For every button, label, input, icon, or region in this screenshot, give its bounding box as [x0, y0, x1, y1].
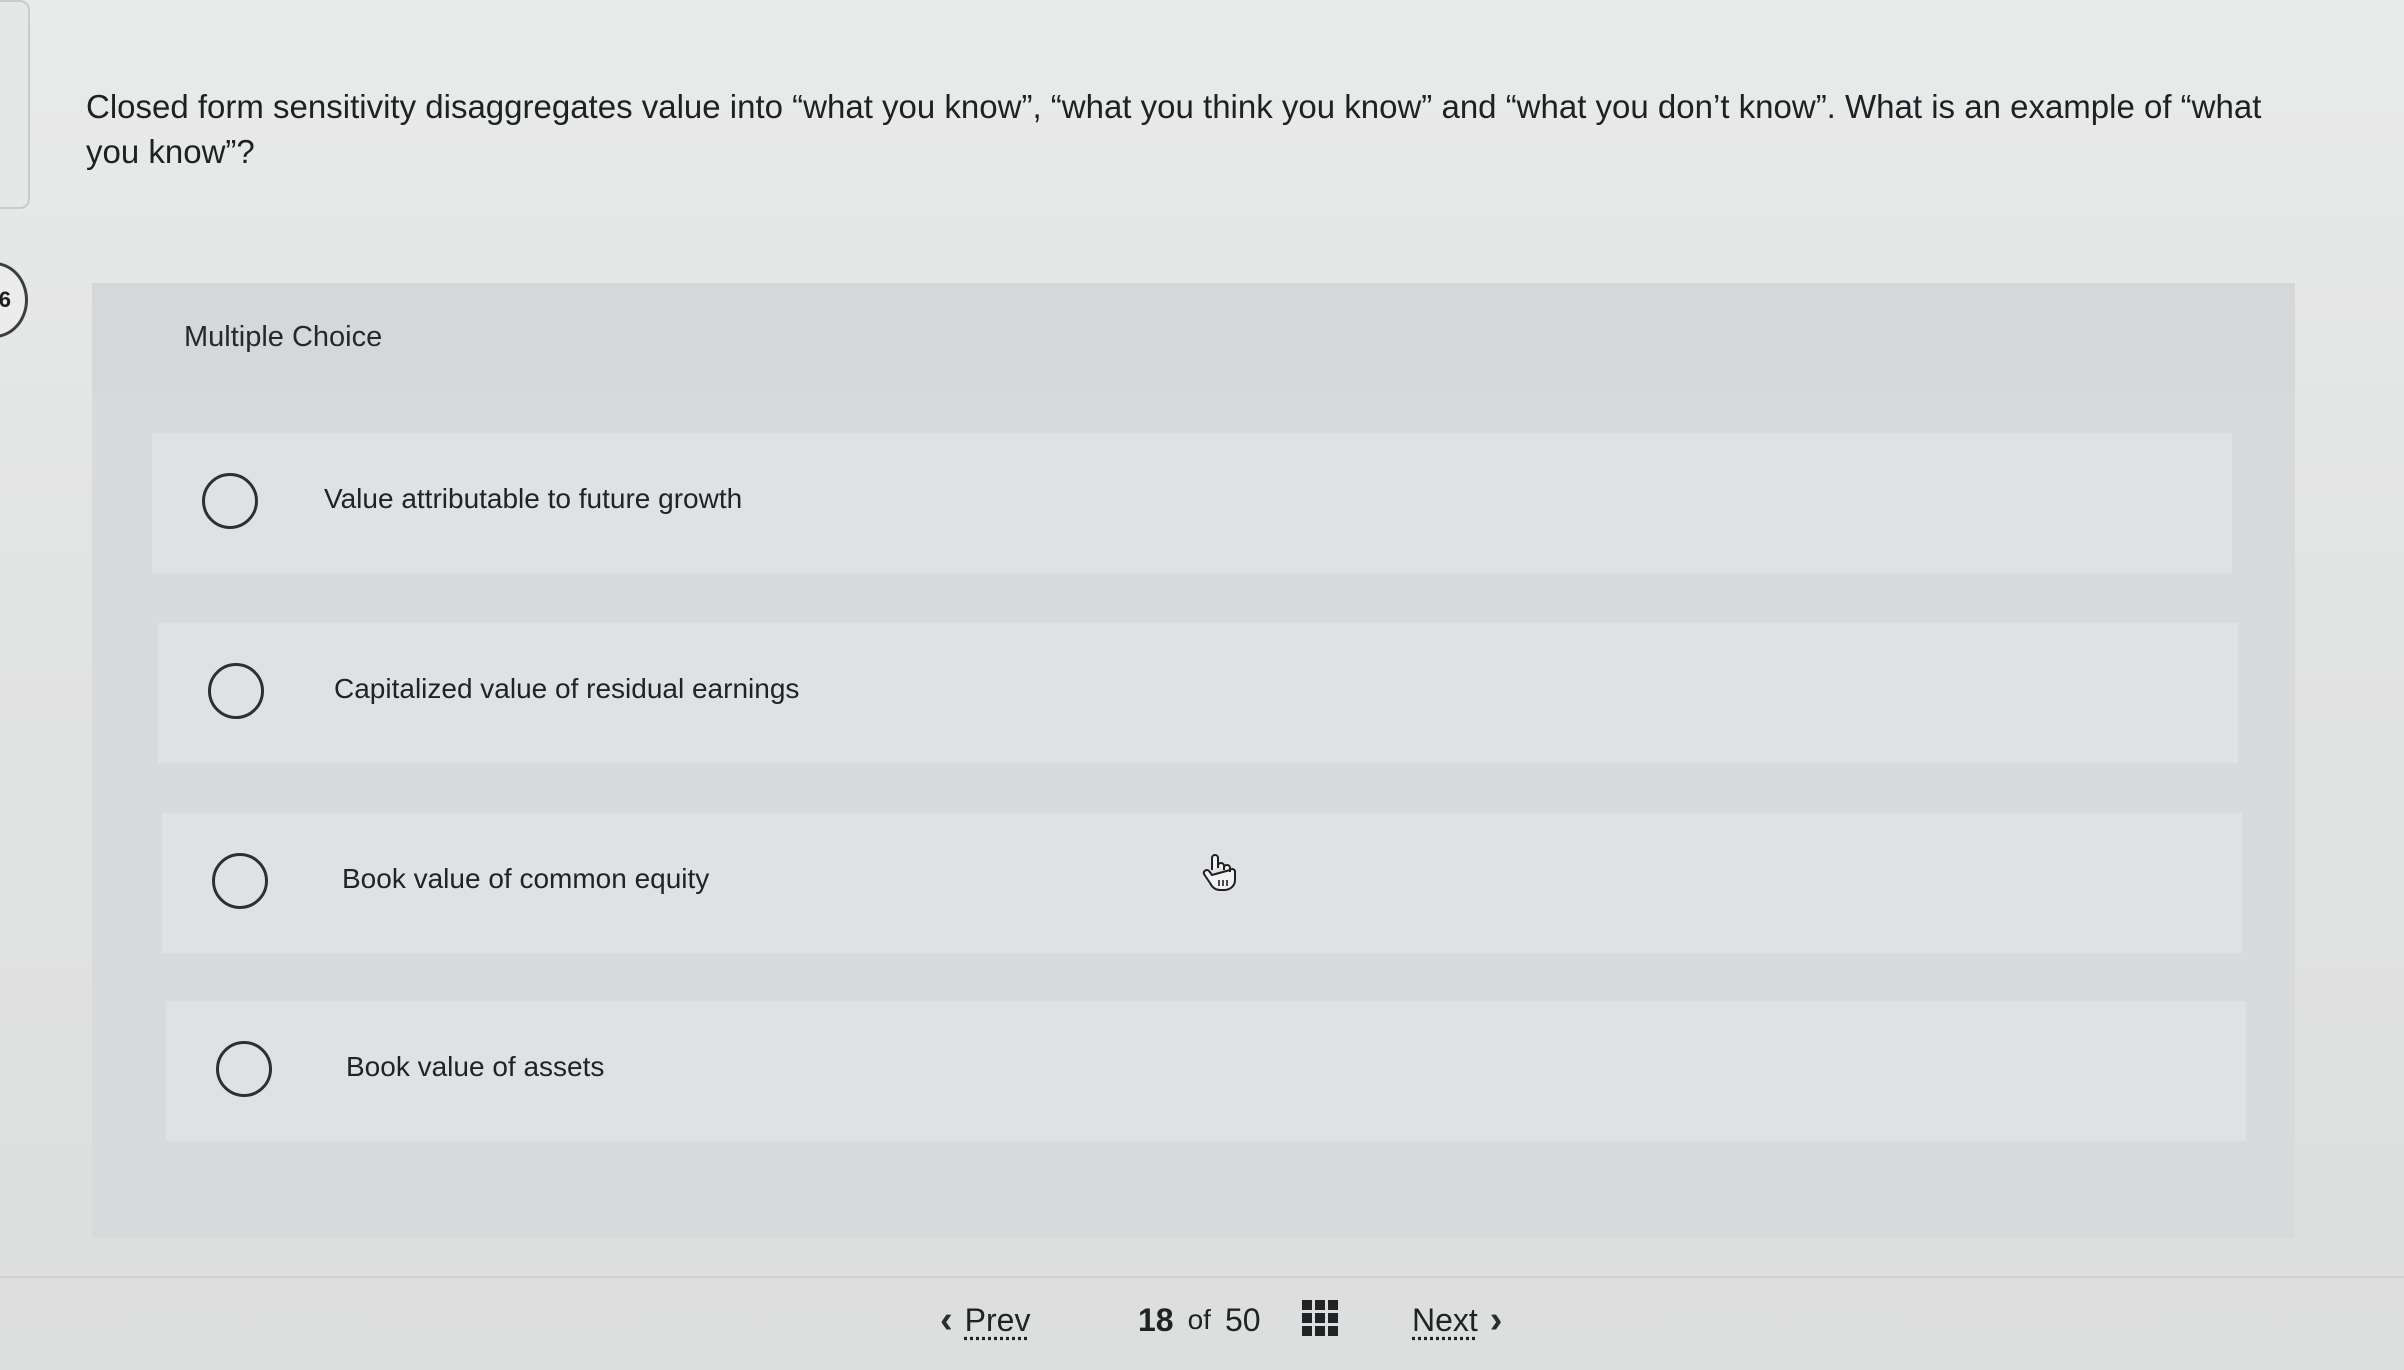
radio-unchecked-icon[interactable]: [216, 1041, 272, 1097]
radio-unchecked-icon[interactable]: [212, 853, 268, 909]
choice-option-1[interactable]: Value attributable to future growth: [152, 433, 2232, 573]
question-number-badge: 6: [0, 262, 28, 338]
next-label: Next: [1412, 1301, 1478, 1338]
page-indicator: 18 of 50: [1138, 1296, 1261, 1344]
of-label: of: [1187, 1304, 1211, 1335]
current-question: 18: [1138, 1301, 1174, 1338]
grid-icon[interactable]: [1302, 1300, 1338, 1336]
choice-option-2[interactable]: Capitalized value of residual earnings: [158, 623, 2238, 763]
prev-label: Prev: [964, 1301, 1031, 1338]
chevron-right-icon: ›: [1489, 1298, 1503, 1341]
choice-label: Capitalized value of residual earnings: [334, 673, 800, 704]
choice-label: Book value of assets: [346, 1051, 605, 1082]
prev-button[interactable]: ‹ Prev: [940, 1296, 1042, 1344]
choice-label: Book value of common equity: [342, 863, 710, 894]
choice-header: Multiple Choice: [92, 283, 2295, 393]
hand-pointer-icon: [1202, 854, 1236, 891]
question-text: Closed form sensitivity disaggregates va…: [86, 88, 2262, 170]
multiple-choice-panel: Multiple Choice Value attributable to fu…: [92, 283, 2295, 1238]
chevron-left-icon: ‹: [940, 1298, 953, 1341]
footer-divider: [0, 1276, 2404, 1278]
radio-unchecked-icon[interactable]: [208, 663, 264, 719]
total-questions: 50: [1224, 1301, 1261, 1338]
radio-unchecked-icon[interactable]: [202, 473, 258, 529]
question-number: 6: [0, 287, 11, 312]
choice-label: Value attributable to future growth: [324, 483, 743, 514]
side-panel-tab: [0, 0, 30, 209]
choice-option-4[interactable]: Book value of assets: [166, 1001, 2246, 1141]
next-button[interactable]: Next ›: [1400, 1296, 1502, 1344]
choice-type-label: Multiple Choice: [184, 321, 383, 353]
